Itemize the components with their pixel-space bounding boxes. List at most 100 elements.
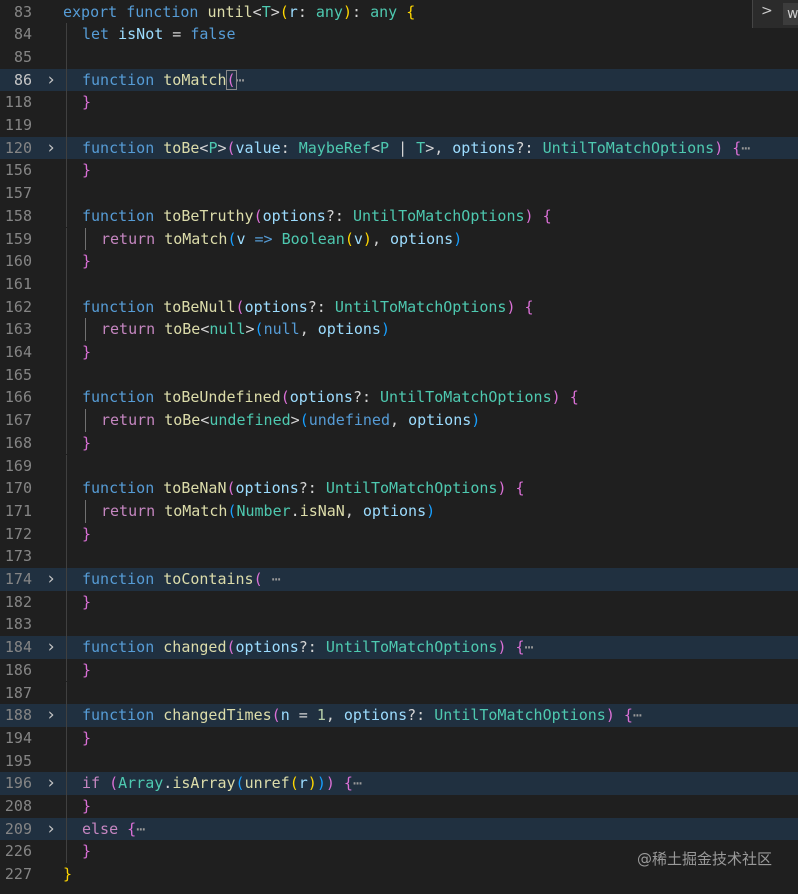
code-token: } (82, 592, 92, 611)
code-line[interactable]: 160} (0, 250, 798, 273)
code-line[interactable]: 187 (0, 682, 798, 705)
code-token: ) (453, 229, 463, 248)
code-text[interactable]: function toMatch(⋯ (82, 69, 245, 92)
code-text[interactable]: else {⋯ (82, 818, 145, 841)
code-token: T (261, 2, 271, 21)
code-text[interactable]: function toBeNull(options?: UntilToMatch… (82, 296, 534, 319)
code-line[interactable]: 196 › if (Array.isArray(unref(r))) {⋯ (0, 772, 798, 795)
code-token: changed (163, 638, 227, 657)
code-line[interactable]: 165 (0, 364, 798, 387)
code-line[interactable]: 171 return toMatch(Number.isNaN, options) (0, 500, 798, 523)
code-token: ?: (325, 206, 353, 225)
code-line[interactable]: 188 › function changedTimes(n = 1, options… (0, 704, 798, 727)
code-line[interactable]: 86 › function toMatch(⋯ (0, 68, 798, 92)
code-line[interactable]: 186} (0, 659, 798, 682)
chevron-right-icon[interactable]: › (44, 704, 58, 727)
code-line[interactable]: 209 › else {⋯ (0, 817, 798, 841)
find-input[interactable]: wa (783, 3, 798, 25)
code-line[interactable]: 183 (0, 613, 798, 636)
code-line[interactable]: 157 (0, 182, 798, 205)
code-text[interactable]: } (82, 523, 91, 546)
code-line[interactable]: 84 let isNot = false (0, 23, 798, 46)
code-token: false (190, 25, 236, 44)
code-line[interactable]: 163 return toBe<null>(null, options) (0, 318, 798, 341)
code-line[interactable]: 208} (0, 795, 798, 818)
code-line[interactable]: 159 return toMatch(v => Boolean(v), optio… (0, 228, 798, 251)
indent-guide (66, 159, 67, 183)
code-line[interactable]: 184 › function changed(options?: UntilToMa… (0, 636, 798, 659)
code-text[interactable]: return toBe<undefined>(undefined, option… (101, 409, 480, 432)
indent-guide (66, 91, 67, 114)
code-text[interactable]: } (82, 341, 91, 364)
chevron-right-icon[interactable]: › (44, 636, 58, 659)
code-line[interactable]: 182} (0, 591, 798, 614)
line-number: 168 (4, 433, 32, 452)
code-text[interactable]: function toBeNaN(options?: UntilToMatchO… (82, 477, 525, 500)
code-text[interactable]: } (82, 432, 91, 455)
code-line[interactable]: 85 (0, 46, 798, 69)
code-line[interactable]: 173 (0, 545, 798, 568)
code-token: ) (605, 706, 615, 725)
code-line[interactable]: 174 › function toContains( ⋯ (0, 568, 798, 591)
code-line[interactable]: 164} (0, 341, 798, 364)
code-token: { (732, 138, 742, 157)
code-line[interactable]: 169 (0, 455, 798, 478)
find-widget[interactable]: > wa (752, 0, 798, 28)
code-text[interactable]: function toBe<P>(value: MaybeRef<P | T>,… (82, 137, 750, 160)
code-editor[interactable]: 83 export function until<T>(r: any): any … (0, 0, 798, 894)
line-number: 227 (4, 865, 32, 884)
chevron-right-icon[interactable]: › (44, 818, 58, 841)
code-line[interactable]: 83 export function until<T>(r: any): any … (0, 1, 798, 24)
code-text[interactable]: function changed(options?: UntilToMatchO… (82, 636, 534, 659)
code-line[interactable]: 195 (0, 750, 798, 773)
code-text[interactable]: } (63, 863, 72, 886)
code-token: ( (254, 320, 264, 339)
code-text[interactable]: return toMatch(v => Boolean(v), options) (101, 228, 462, 251)
code-text[interactable]: } (82, 159, 91, 182)
code-text[interactable]: function toBeUndefined(options?: UntilTo… (82, 386, 579, 409)
code-line[interactable]: 162 function toBeNull(options?: UntilToMa… (0, 296, 798, 319)
code-line[interactable]: 170 function toBeNaN(options?: UntilToMat… (0, 477, 798, 500)
code-line[interactable]: 158 function toBeTruthy(options?: UntilTo… (0, 205, 798, 228)
code-token: options (390, 229, 454, 248)
code-line[interactable]: 194} (0, 727, 798, 750)
code-line[interactable]: 166 function toBeUndefined(options?: Unti… (0, 386, 798, 409)
code-token: Array (118, 774, 164, 793)
code-text[interactable]: } (82, 840, 91, 863)
code-line[interactable]: 118} (0, 91, 798, 114)
code-text[interactable]: } (82, 591, 91, 614)
code-line[interactable]: 161 (0, 273, 798, 296)
chevron-right-icon[interactable]: › (44, 137, 58, 160)
code-token: unref (244, 774, 290, 793)
indent-guide (66, 23, 67, 46)
code-line[interactable]: 167 return toBe<undefined>(undefined, opt… (0, 409, 798, 432)
code-token: ?: (298, 638, 326, 657)
code-text[interactable]: let isNot = false (82, 23, 236, 46)
code-line[interactable]: 119 (0, 114, 798, 137)
code-text[interactable]: } (82, 250, 91, 273)
code-text[interactable]: } (82, 659, 91, 682)
code-text[interactable]: function toBeTruthy(options?: UntilToMat… (82, 205, 552, 228)
code-text[interactable]: } (82, 795, 91, 818)
code-text[interactable]: if (Array.isArray(unref(r))) {⋯ (82, 772, 362, 795)
code-line[interactable]: 120 › function toBe<P>(value: MaybeRef<P |… (0, 136, 798, 160)
code-token: toBe (163, 138, 200, 157)
code-text[interactable]: function toContains( ⋯ (82, 568, 281, 591)
code-text[interactable]: function changedTimes(n = 1, options?: U… (82, 704, 642, 727)
chevron-right-icon[interactable]: › (44, 568, 58, 591)
chevron-right-icon[interactable]: › (44, 69, 58, 92)
code-text[interactable]: return toBe<null>(null, options) (101, 318, 390, 341)
code-text[interactable]: } (82, 727, 91, 750)
line-number: 183 (4, 615, 32, 634)
code-line[interactable]: 168} (0, 432, 798, 455)
code-token: ) (471, 411, 481, 430)
code-line[interactable]: 172} (0, 523, 798, 546)
code-text[interactable]: return toMatch(Number.isNaN, options) (101, 500, 435, 523)
chevron-right-icon[interactable]: › (44, 772, 58, 795)
code-token: = (163, 25, 191, 44)
code-token: options (235, 638, 299, 657)
code-line[interactable]: 156} (0, 159, 798, 182)
code-text[interactable]: export function until<T>(r: any): any { (63, 1, 415, 24)
code-text[interactable]: } (82, 91, 91, 114)
chevron-right-icon[interactable]: > (761, 3, 773, 19)
